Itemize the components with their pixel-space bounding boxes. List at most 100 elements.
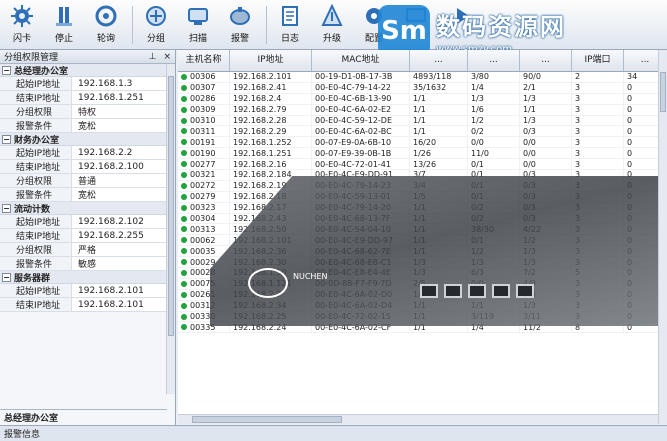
scroll-thumb[interactable] xyxy=(168,76,174,336)
table-cell: 1/1 xyxy=(410,93,468,104)
property-value[interactable]: 严格 xyxy=(72,243,175,256)
property-value[interactable]: 宽松 xyxy=(72,119,175,132)
table-cell: 11/0 xyxy=(468,148,520,159)
property-value[interactable]: 192.168.2.102 xyxy=(72,215,175,228)
online-status-icon xyxy=(181,204,187,211)
property-row[interactable]: 结束IP地址 192.168.2.255 xyxy=(0,229,175,243)
collapse-icon[interactable]: − xyxy=(2,272,11,282)
watermark-title: 数码资源网 xyxy=(436,13,566,41)
scan-icon xyxy=(185,3,211,29)
online-status-icon xyxy=(181,280,187,287)
group-header[interactable]: − 服务器群 xyxy=(0,271,175,284)
property-value[interactable]: 宽松 xyxy=(72,188,175,201)
column-header[interactable]: ... xyxy=(468,50,520,71)
toolbar-button-stop[interactable]: 停止 xyxy=(42,3,86,47)
cell-text: 35/1632 xyxy=(413,83,447,93)
scroll-thumb[interactable] xyxy=(192,416,342,423)
property-row[interactable]: 起始IP地址 192.168.2.102 xyxy=(0,215,175,229)
cell-text: 90/0 xyxy=(523,72,541,82)
collapse-icon[interactable]: − xyxy=(2,203,11,213)
property-value[interactable]: 192.168.1.251 xyxy=(72,91,175,104)
table-row[interactable]: 00286 192.168.2.4 00-E0-4C-6B-13-90 1/1 1/3 1… xyxy=(178,93,667,105)
table-cell: 3 xyxy=(572,137,624,148)
online-status-icon xyxy=(181,84,187,91)
cell-text: 192.168.2.19 xyxy=(233,181,287,191)
property-row[interactable]: 结束IP地址 192.168.2.100 xyxy=(0,160,175,174)
toolbar-button-scan[interactable]: 扫描 xyxy=(176,3,220,47)
cell-text: 3 xyxy=(575,105,581,115)
scroll-thumb[interactable] xyxy=(660,72,666,112)
toolbar-button-upgrade[interactable]: 升级 xyxy=(310,3,354,47)
table-cell: 1/1 xyxy=(410,115,468,126)
property-row[interactable]: 报警条件 宽松 xyxy=(0,119,175,133)
column-header[interactable]: IP地址 xyxy=(230,50,312,71)
table-row[interactable]: 00309 192.168.2.79 00-E0-4C-6A-02-E2 1/1 1/6… xyxy=(178,104,667,116)
cell-text: 0 xyxy=(627,148,633,158)
property-value[interactable]: 特权 xyxy=(72,105,175,118)
collapse-icon[interactable]: − xyxy=(2,65,11,75)
pin-icon[interactable]: ⊥ xyxy=(149,52,157,62)
property-row[interactable]: 起始IP地址 192.168.2.2 xyxy=(0,146,175,160)
property-value[interactable]: 192.168.2.101 xyxy=(72,298,175,311)
table-cell: 00062 xyxy=(178,235,230,246)
toolbar-button-alarm[interactable]: 报警 xyxy=(218,3,262,47)
table-cell: 1/1 xyxy=(410,104,468,115)
table-row[interactable]: 00307 192.168.2.41 00-E0-4C-79-14-22 35/163… xyxy=(178,82,667,94)
property-value[interactable]: 普通 xyxy=(72,174,175,187)
property-value[interactable]: 敏感 xyxy=(72,257,175,270)
column-header[interactable]: ... xyxy=(520,50,572,71)
table-cell: 192.168.2.79 xyxy=(230,104,312,115)
close-icon[interactable]: × xyxy=(163,52,171,62)
table-row[interactable]: 00306 192.168.2.101 00-19-D1-0B-17-3B 4893/… xyxy=(178,72,667,83)
property-value[interactable]: 192.168.2.101 xyxy=(72,284,175,297)
property-value[interactable]: 192.168.2.100 xyxy=(72,160,175,173)
column-header[interactable]: MAC地址 xyxy=(312,50,410,71)
column-header[interactable]: IP端口 xyxy=(572,50,624,71)
property-row[interactable]: 结束IP地址 192.168.2.101 xyxy=(0,298,175,312)
toolbar-button-log[interactable]: 日志 xyxy=(268,3,312,47)
table-cell: 16/20 xyxy=(410,137,468,148)
property-row[interactable]: 报警条件 敏感 xyxy=(0,257,175,271)
toolbar-button-flash[interactable]: 闪卡 xyxy=(0,3,44,47)
table-cell: 1/3 xyxy=(520,93,572,104)
toolbar-button-group[interactable]: 分组 xyxy=(134,3,178,47)
online-status-icon xyxy=(181,259,187,266)
toolbar-button-poll[interactable]: 轮询 xyxy=(84,3,128,47)
property-row[interactable]: 分组权限 严格 xyxy=(0,243,175,257)
table-row[interactable]: 00310 192.168.2.28 00-E0-4C-59-12-DE 1/1 1/2… xyxy=(178,115,667,127)
property-row[interactable]: 起始IP地址 192.168.1.3 xyxy=(0,77,175,91)
cell-text: 1/1 xyxy=(413,105,426,115)
table-cell: 3 xyxy=(572,82,624,93)
table-row[interactable]: 00191 192.168.1.252 00-07-E9-0A-6B-10 16/20… xyxy=(178,137,667,149)
property-row[interactable]: 报警条件 宽松 xyxy=(0,188,175,202)
column-header[interactable]: ... xyxy=(410,50,468,71)
column-header[interactable]: 主机名称 xyxy=(178,50,230,71)
table-row[interactable]: 00277 192.168.2.16 00-E0-4C-72-01-41 13/26 0… xyxy=(178,159,667,171)
property-row[interactable]: 起始IP地址 192.168.2.101 xyxy=(0,284,175,298)
group-header[interactable]: − 总经理办公室 xyxy=(0,64,175,77)
cell-text: 3 xyxy=(575,126,581,136)
property-value[interactable]: 192.168.1.3 xyxy=(72,77,175,90)
table-cell: 192.168.1.252 xyxy=(230,137,312,148)
online-status-icon xyxy=(181,215,187,222)
group-header[interactable]: − 流动计数 xyxy=(0,202,175,215)
table-cell: 13/26 xyxy=(410,159,468,170)
property-value[interactable]: 192.168.2.255 xyxy=(72,229,175,242)
table-cell: 00-19-D1-0B-17-3B xyxy=(312,72,410,82)
online-status-icon xyxy=(181,237,187,244)
cell-text: 00-E0-4C-79-14-22 xyxy=(315,83,391,93)
property-row[interactable]: 分组权限 普通 xyxy=(0,174,175,188)
property-value[interactable]: 192.168.2.2 xyxy=(72,146,175,159)
cell-text: 1/26 xyxy=(413,148,431,158)
table-row[interactable]: 00311 192.168.2.29 00-E0-4C-6A-02-BC 1/1 0/2… xyxy=(178,126,667,138)
property-row[interactable]: 结束IP地址 192.168.1.251 xyxy=(0,91,175,105)
cell-text: 11/0 xyxy=(471,148,489,158)
left-scrollbar[interactable] xyxy=(166,64,175,394)
property-row[interactable]: 分组权限 特权 xyxy=(0,105,175,119)
table-vertical-scrollbar[interactable] xyxy=(658,50,667,424)
online-status-icon xyxy=(181,313,187,320)
group-header[interactable]: − 财务办公室 xyxy=(0,133,175,146)
collapse-icon[interactable]: − xyxy=(2,134,11,144)
table-horizontal-scrollbar[interactable] xyxy=(178,414,658,424)
table-row[interactable]: 00190 192.168.1.251 00-07-E9-39-0B-1B 1/26 1… xyxy=(178,148,667,160)
